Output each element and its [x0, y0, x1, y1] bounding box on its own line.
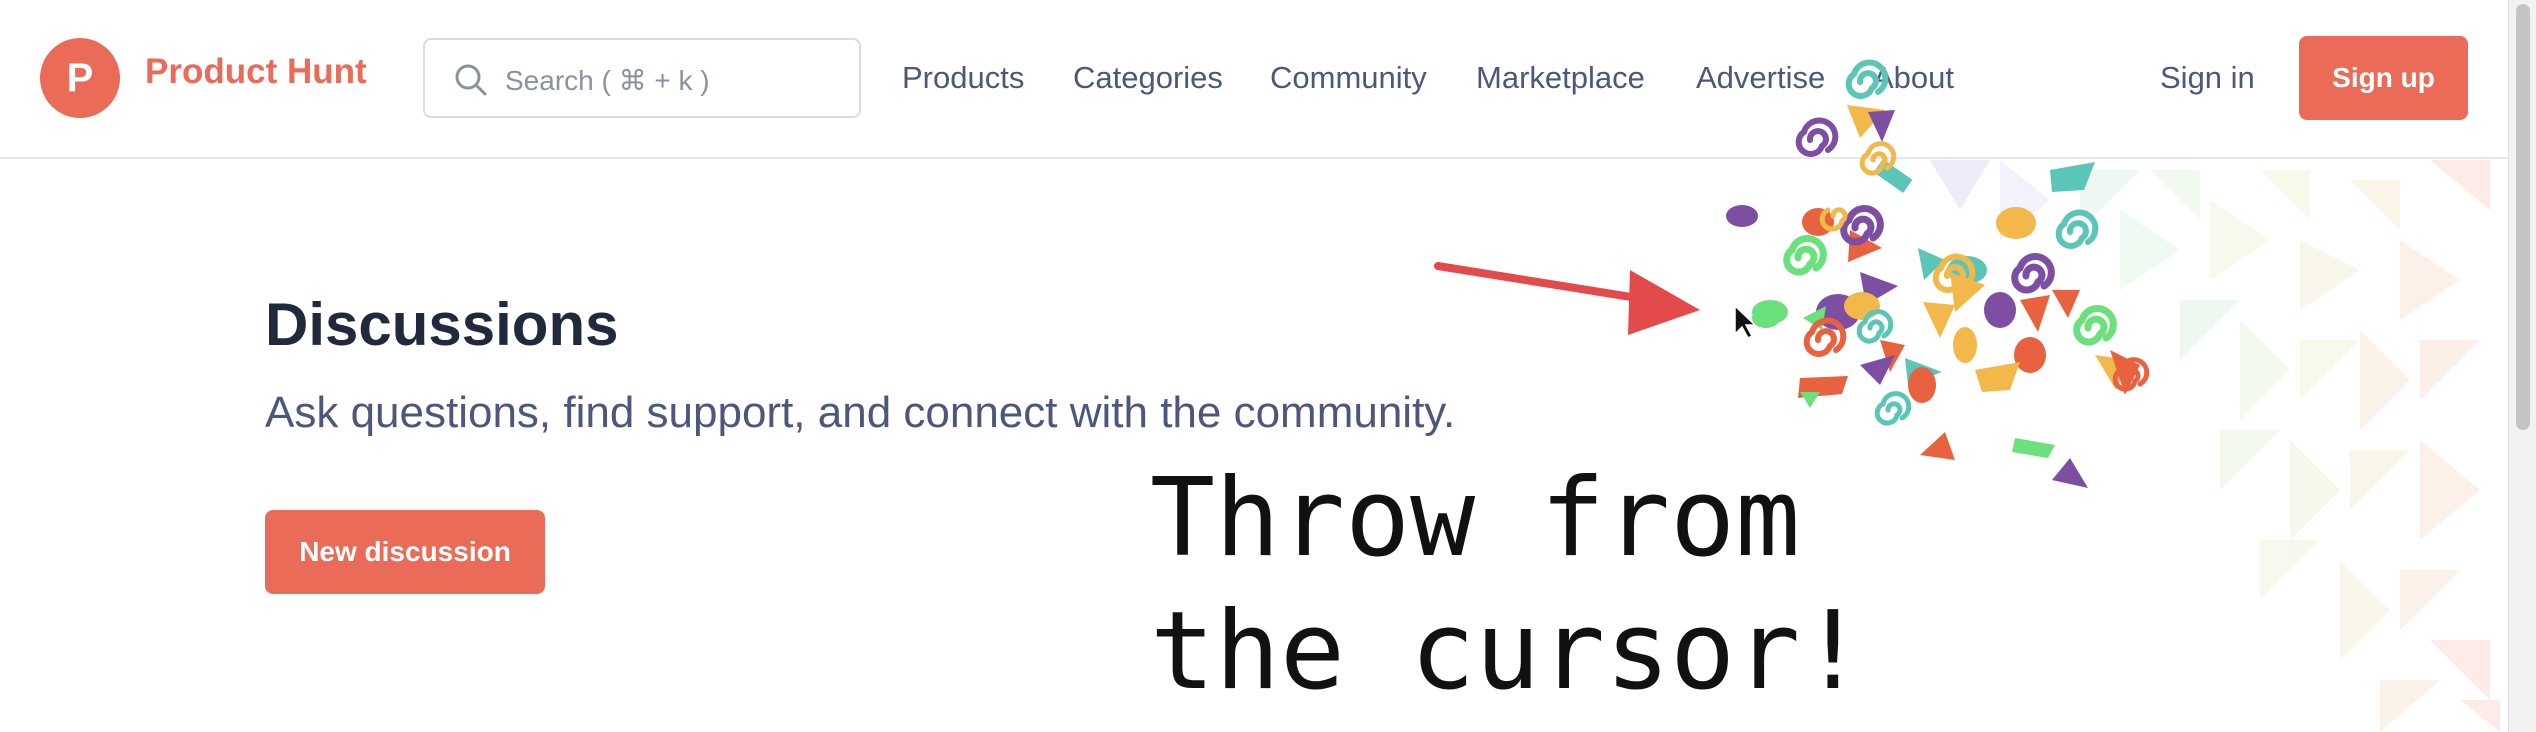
nav-community[interactable]: Community — [1270, 60, 1427, 96]
search-icon — [455, 64, 487, 96]
annotation-line-2: the cursor! — [1150, 589, 1866, 714]
search-input[interactable]: Search ( ⌘ + k ) — [423, 38, 861, 118]
brand-name[interactable]: Product Hunt — [145, 52, 367, 92]
background-pattern — [1930, 160, 2500, 732]
nav-categories[interactable]: Categories — [1073, 60, 1223, 96]
new-discussion-button[interactable]: New discussion — [265, 510, 545, 594]
product-hunt-logo[interactable]: P — [40, 38, 120, 118]
top-navigation-bar: P Product Hunt Search ( ⌘ + k ) Products… — [0, 0, 2508, 159]
page-subtitle: Ask questions, find support, and connect… — [265, 388, 1456, 437]
svg-text:P: P — [67, 56, 94, 100]
sign-up-button[interactable]: Sign up — [2299, 36, 2468, 120]
logo-p-icon: P — [67, 56, 94, 100]
page-title: Discussions — [265, 291, 619, 358]
sign-in-link[interactable]: Sign in — [2160, 60, 2255, 96]
nav-about[interactable]: About — [1873, 60, 1954, 96]
scrollbar-thumb[interactable] — [2516, 4, 2530, 430]
nav-advertise[interactable]: Advertise — [1696, 60, 1825, 96]
nav-products[interactable]: Products — [902, 60, 1024, 96]
nav-marketplace[interactable]: Marketplace — [1476, 60, 1645, 96]
annotation-text: Throw from the cursor! — [1150, 452, 1865, 718]
search-placeholder: Search ( ⌘ + k ) — [505, 65, 710, 96]
red-arrow-icon — [1434, 262, 1700, 335]
mouse-cursor-icon — [1734, 304, 1757, 339]
annotation-line-1: Throw from — [1150, 456, 1801, 581]
